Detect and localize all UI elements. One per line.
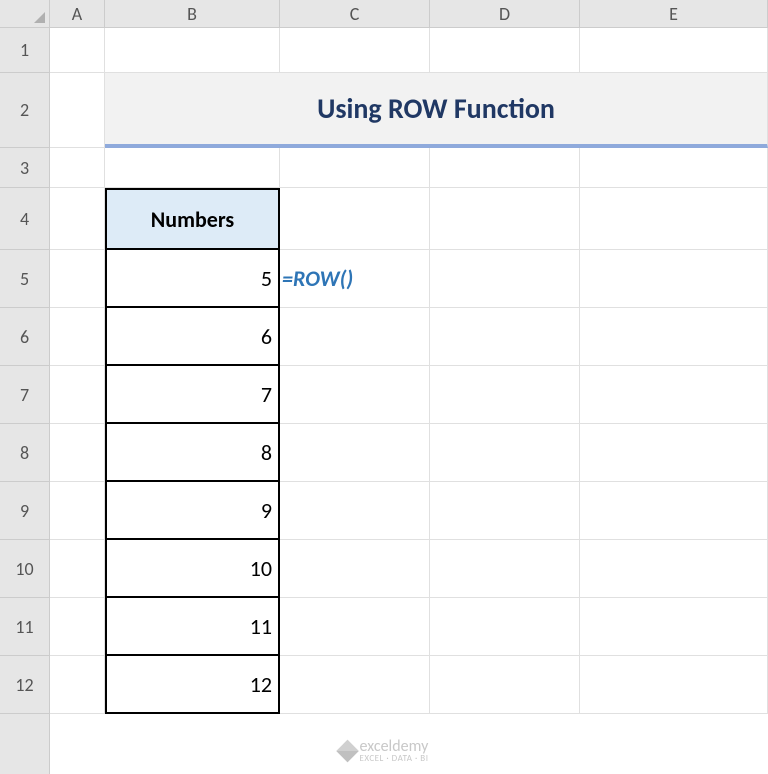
cell-D7[interactable]	[430, 366, 580, 424]
cell-D10[interactable]	[430, 540, 580, 598]
cell-D1[interactable]	[430, 28, 580, 73]
cell-A11[interactable]	[50, 598, 105, 656]
formula-annotation[interactable]: =ROW()	[280, 250, 430, 308]
number-cell-11[interactable]: 11	[105, 598, 280, 656]
cell-C4[interactable]	[280, 188, 430, 250]
cell-C3[interactable]	[280, 148, 430, 188]
page-title[interactable]: Using ROW Function	[105, 73, 768, 148]
cell-E3[interactable]	[580, 148, 768, 188]
cell-C6[interactable]	[280, 308, 430, 366]
cell-D4[interactable]	[430, 188, 580, 250]
cell-E6[interactable]	[580, 308, 768, 366]
cell-D8[interactable]	[430, 424, 580, 482]
cell-C8[interactable]	[280, 424, 430, 482]
cell-E5[interactable]	[580, 250, 768, 308]
col-header-a[interactable]: A	[50, 0, 105, 27]
cell-E10[interactable]	[580, 540, 768, 598]
grid[interactable]: Using ROW Function Numbers5=ROW()67891011…	[50, 28, 768, 774]
number-cell-9[interactable]: 9	[105, 482, 280, 540]
number-cell-7[interactable]: 7	[105, 366, 280, 424]
row-header-5[interactable]: 5	[0, 250, 49, 308]
watermark-logo-icon	[336, 739, 359, 762]
number-cell-6[interactable]: 6	[105, 308, 280, 366]
cell-C12[interactable]	[280, 656, 430, 714]
cell-D6[interactable]	[430, 308, 580, 366]
cell-E4[interactable]	[580, 188, 768, 250]
row-header-11[interactable]: 11	[0, 598, 49, 656]
cell-E7[interactable]	[580, 366, 768, 424]
cell-D5[interactable]	[430, 250, 580, 308]
col-header-e[interactable]: E	[580, 0, 768, 27]
cell-C11[interactable]	[280, 598, 430, 656]
number-cell-5[interactable]: 5	[105, 250, 280, 308]
cell-A7[interactable]	[50, 366, 105, 424]
cell-A8[interactable]	[50, 424, 105, 482]
col-header-c[interactable]: C	[280, 0, 430, 27]
row-headers: 123456789101112	[0, 28, 50, 774]
cell-D3[interactable]	[430, 148, 580, 188]
spreadsheet: A B C D E 123456789101112 Using ROW Func…	[0, 0, 768, 774]
number-cell-10[interactable]: 10	[105, 540, 280, 598]
row-header-10[interactable]: 10	[0, 540, 49, 598]
cell-A5[interactable]	[50, 250, 105, 308]
cell-C9[interactable]	[280, 482, 430, 540]
cell-A1[interactable]	[50, 28, 105, 73]
cell-A9[interactable]	[50, 482, 105, 540]
row-header-8[interactable]: 8	[0, 424, 49, 482]
cell-E8[interactable]	[580, 424, 768, 482]
number-cell-12[interactable]: 12	[105, 656, 280, 714]
cell-E9[interactable]	[580, 482, 768, 540]
watermark: exceldemy EXCEL · DATA · BI	[340, 737, 429, 764]
cell-D11[interactable]	[430, 598, 580, 656]
cell-D12[interactable]	[430, 656, 580, 714]
row-header-12[interactable]: 12	[0, 656, 49, 714]
cell-B1[interactable]	[105, 28, 280, 73]
cell-A6[interactable]	[50, 308, 105, 366]
cell-A10[interactable]	[50, 540, 105, 598]
row-header-3[interactable]: 3	[0, 148, 49, 188]
table-header-numbers[interactable]: Numbers	[105, 188, 280, 250]
select-all-corner[interactable]	[0, 0, 50, 28]
row-header-7[interactable]: 7	[0, 366, 49, 424]
cell-A12[interactable]	[50, 656, 105, 714]
row-header-6[interactable]: 6	[0, 308, 49, 366]
col-header-b[interactable]: B	[105, 0, 280, 27]
row-header-4[interactable]: 4	[0, 188, 49, 250]
cell-E1[interactable]	[580, 28, 768, 73]
cell-C1[interactable]	[280, 28, 430, 73]
number-cell-8[interactable]: 8	[105, 424, 280, 482]
row-header-1[interactable]: 1	[0, 28, 49, 73]
cell-A2[interactable]	[50, 73, 105, 148]
cell-B3[interactable]	[105, 148, 280, 188]
cell-E12[interactable]	[580, 656, 768, 714]
row-header-9[interactable]: 9	[0, 482, 49, 540]
row-header-2[interactable]: 2	[0, 73, 49, 148]
cell-D9[interactable]	[430, 482, 580, 540]
cell-C7[interactable]	[280, 366, 430, 424]
cell-C10[interactable]	[280, 540, 430, 598]
col-header-d[interactable]: D	[430, 0, 580, 27]
cell-A3[interactable]	[50, 148, 105, 188]
cell-A4[interactable]	[50, 188, 105, 250]
cell-E11[interactable]	[580, 598, 768, 656]
watermark-tag: EXCEL · DATA · BI	[360, 753, 429, 764]
column-headers: A B C D E	[50, 0, 768, 28]
